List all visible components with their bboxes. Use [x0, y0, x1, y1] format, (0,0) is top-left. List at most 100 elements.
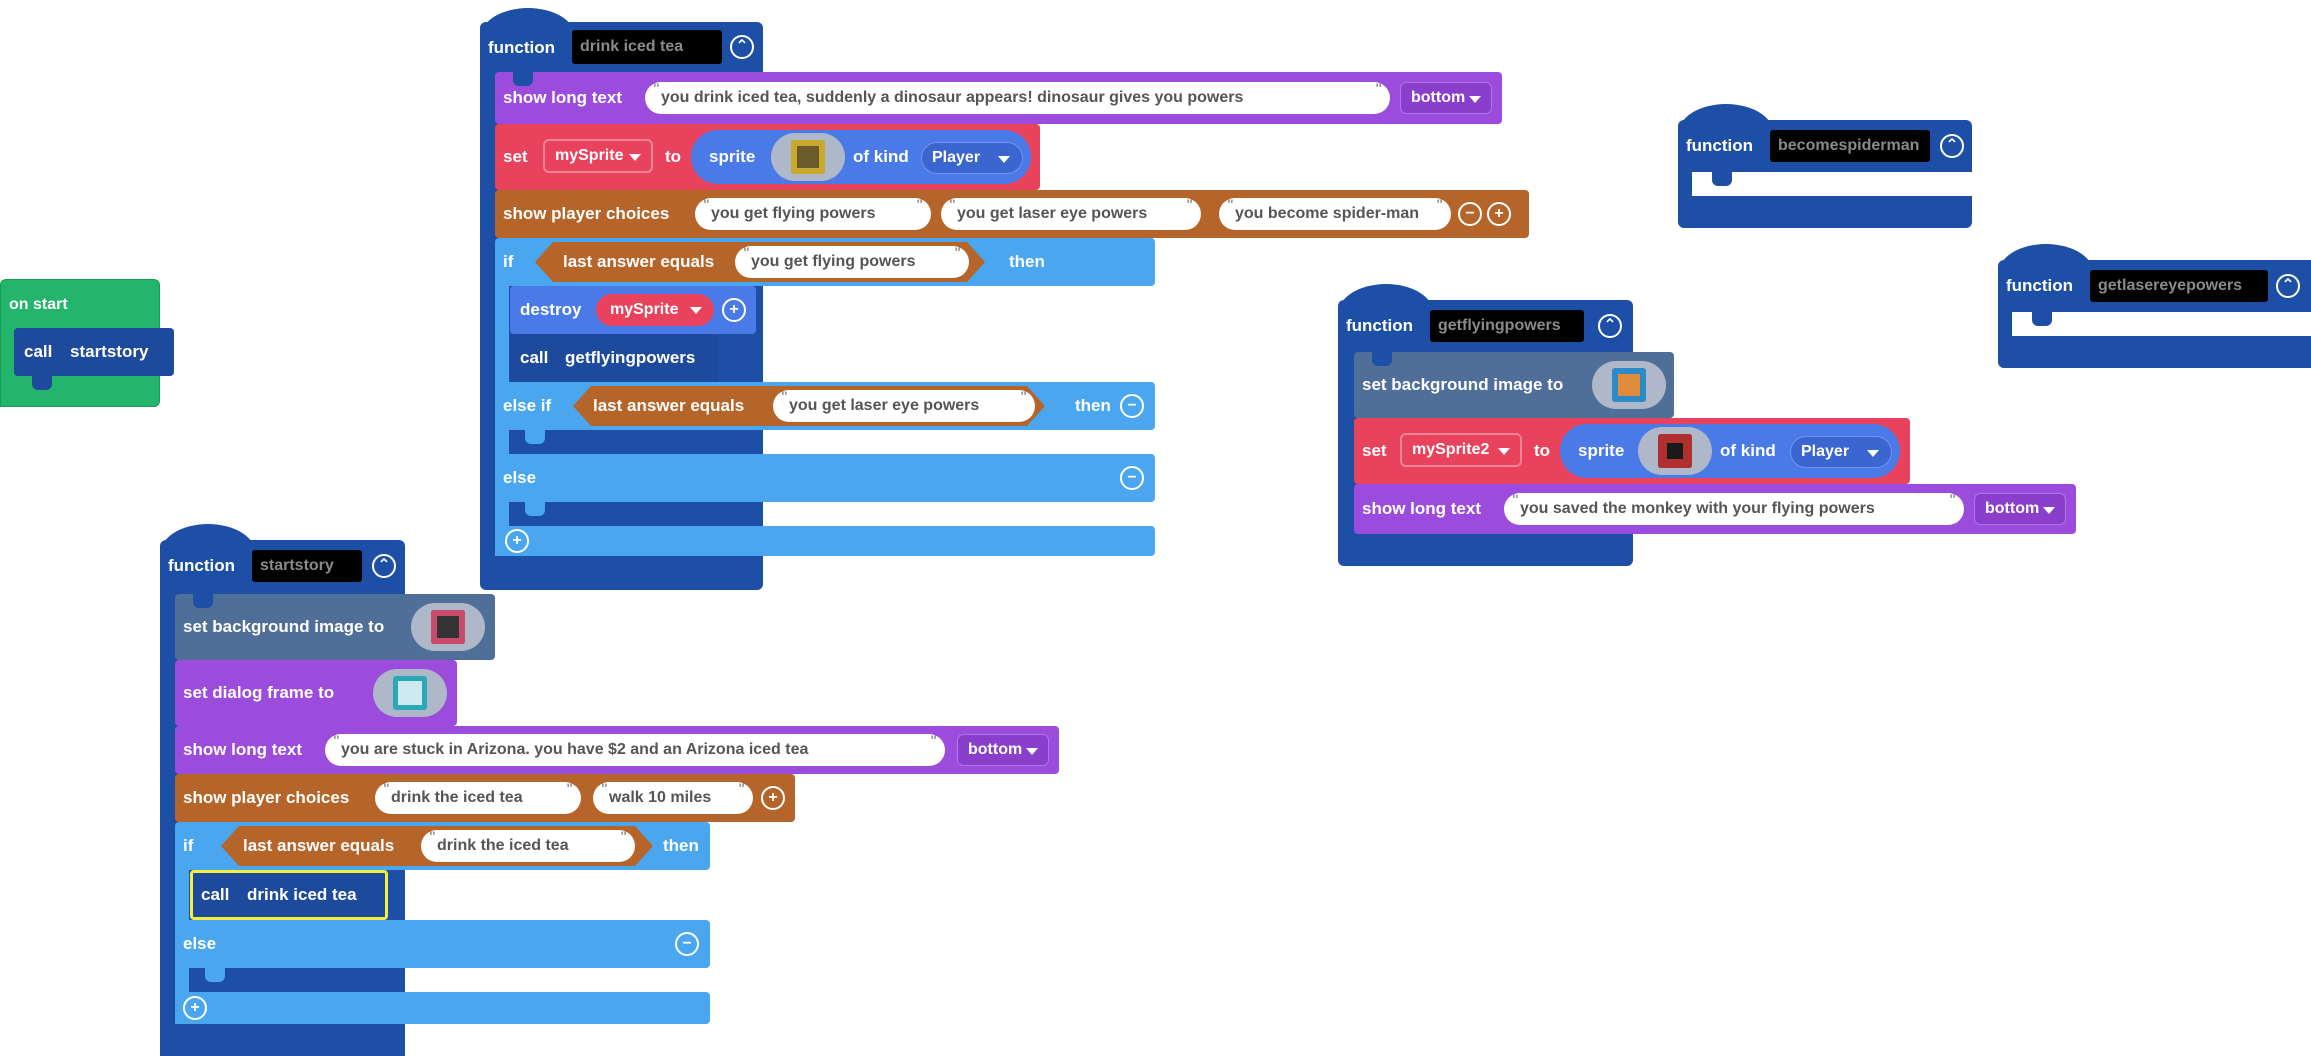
call-target: getflyingpowers: [565, 348, 696, 367]
collapse-icon[interactable]: ⌃: [730, 35, 754, 59]
if-footer: +: [175, 992, 710, 1024]
if-block[interactable]: if last answer equals " drink the iced te…: [175, 822, 710, 870]
call-label: call: [520, 348, 549, 367]
sprite-image-picker[interactable]: [771, 133, 845, 181]
notch: [32, 376, 52, 390]
show-long-text-block[interactable]: show long text " you are stuck in Arizona…: [175, 726, 1059, 774]
function-getlasereyepowers[interactable]: function getlasereyepowers ⌃: [1998, 260, 2311, 368]
set-dialog-frame-block[interactable]: set dialog frame to: [175, 660, 457, 726]
dropdown-caret-icon: [2043, 507, 2055, 514]
sprite-image-picker[interactable]: [1638, 427, 1712, 475]
position-dropdown[interactable]: bottom: [1400, 82, 1492, 114]
background-image-picker[interactable]: [1592, 361, 1666, 409]
answer-input[interactable]: " you get laser eye powers ": [773, 390, 1035, 422]
remove-else-icon[interactable]: −: [1120, 466, 1144, 490]
function-name-field[interactable]: getflyingpowers: [1430, 310, 1584, 342]
else-label: else: [183, 934, 217, 953]
collapse-icon[interactable]: ⌃: [2276, 274, 2300, 298]
destroy-variable-dropdown[interactable]: mySprite: [596, 294, 714, 326]
set-sprite-block[interactable]: set mySprite to sprite of kind Player: [495, 124, 1040, 190]
if-label: if: [183, 836, 194, 855]
long-text-input[interactable]: " you are stuck in Arizona. you have $2 a…: [325, 732, 945, 766]
position-dropdown[interactable]: bottom: [1974, 493, 2066, 525]
empty-slot: [495, 502, 509, 526]
show-long-text-label: show long text: [183, 740, 302, 759]
if-footer: +: [495, 526, 1155, 556]
remove-else-icon[interactable]: −: [675, 932, 699, 956]
to-label: to: [665, 147, 682, 166]
dialog-frame-picker[interactable]: [373, 669, 447, 717]
add-else-if-icon[interactable]: +: [183, 996, 207, 1020]
remove-else-if-icon[interactable]: −: [1120, 394, 1144, 418]
last-answer-equals-block[interactable]: last answer equals " you get flying power…: [535, 242, 985, 282]
long-text-input[interactable]: " you saved the monkey with your flying p…: [1504, 491, 1964, 525]
show-player-choices-block[interactable]: show player choices " drink the iced tea "…: [175, 774, 795, 822]
else-block[interactable]: else −: [495, 454, 1155, 502]
if-block[interactable]: if last answer equals " you get flying po…: [495, 238, 1155, 286]
set-background-label: set background image to: [1362, 375, 1564, 394]
remove-choice-icon[interactable]: −: [1458, 202, 1482, 226]
function-keyword: function: [168, 556, 236, 575]
choice-input-2[interactable]: " you get laser eye powers ": [941, 196, 1201, 230]
add-else-if-icon[interactable]: +: [505, 529, 529, 553]
answer-input[interactable]: " drink the iced tea ": [421, 830, 635, 862]
then-label: then: [1009, 252, 1045, 271]
call-getflyingpowers-block[interactable]: call getflyingpowers: [510, 334, 718, 382]
kind-dropdown[interactable]: Player: [921, 142, 1023, 174]
function-name-field[interactable]: startstory: [252, 550, 362, 582]
call-startstory-block[interactable]: call startstory: [14, 328, 174, 390]
variable-dropdown[interactable]: mySprite2: [1400, 433, 1522, 467]
notch: [525, 502, 545, 516]
show-player-choices-block[interactable]: show player choices " you get flying powe…: [495, 190, 1529, 238]
dropdown-caret-icon: [690, 307, 702, 314]
set-background-label: set background image to: [183, 617, 385, 636]
choice-input-2[interactable]: " walk 10 miles ": [593, 780, 753, 814]
function-name-field[interactable]: becomespiderman: [1770, 130, 1930, 162]
function-becomespiderman[interactable]: function becomespiderman ⌃: [1678, 120, 1972, 228]
choice-input-1[interactable]: " drink the iced tea ": [375, 780, 581, 814]
empty-body-slot: [1692, 172, 1972, 196]
long-text-input[interactable]: " you drink iced tea, suddenly a dinosaur…: [645, 80, 1390, 114]
collapse-icon[interactable]: ⌃: [1940, 134, 1964, 158]
sprite-label: sprite: [709, 147, 756, 166]
else-label: else: [503, 468, 537, 487]
choice-input-1[interactable]: " you get flying powers ": [695, 196, 931, 230]
dropdown-caret-icon: [1867, 450, 1879, 457]
set-sprite-block[interactable]: set mySprite2 to sprite of kind Player: [1354, 418, 1910, 484]
background-image-picker[interactable]: [411, 603, 485, 651]
choice-input-3[interactable]: " you become spider-man ": [1219, 196, 1451, 230]
else-block[interactable]: else −: [175, 920, 710, 968]
show-long-text-block[interactable]: show long text " you saved the monkey wit…: [1354, 484, 2076, 534]
collapse-icon[interactable]: ⌃: [1598, 314, 1622, 338]
call-target: startstory: [70, 342, 149, 361]
sprite-of-kind-block[interactable]: sprite of kind Player: [691, 130, 1031, 184]
dinosaur-sprite-icon: [791, 140, 825, 174]
last-answer-label: last answer equals: [593, 396, 745, 415]
call-drink-iced-tea-block[interactable]: call drink iced tea: [190, 870, 388, 920]
expand-destroy-icon[interactable]: +: [722, 298, 746, 322]
last-answer-label: last answer equals: [563, 252, 715, 271]
add-choice-icon[interactable]: +: [761, 786, 785, 810]
function-name-field[interactable]: getlasereyepowers: [2090, 270, 2268, 302]
destroy-block[interactable]: destroy mySprite +: [510, 286, 756, 334]
then-label: then: [663, 836, 699, 855]
add-choice-icon[interactable]: +: [1487, 202, 1511, 226]
variable-dropdown[interactable]: mySprite: [543, 139, 653, 173]
of-kind-label: of kind: [853, 147, 909, 166]
function-name-field[interactable]: drink iced tea: [572, 30, 722, 64]
dropdown-caret-icon: [629, 154, 641, 161]
answer-input[interactable]: " you get flying powers ": [735, 246, 969, 278]
collapse-icon[interactable]: ⌃: [372, 554, 396, 578]
show-long-text-block[interactable]: show long text " you drink iced tea, sudd…: [495, 72, 1502, 124]
else-if-label: else if: [503, 396, 552, 415]
position-dropdown[interactable]: bottom: [957, 734, 1049, 766]
last-answer-equals-block-2[interactable]: last answer equals " you get laser eye po…: [573, 386, 1045, 426]
kind-dropdown[interactable]: Player: [1790, 436, 1892, 468]
else-if-block[interactable]: else if last answer equals " you get lase…: [495, 382, 1155, 430]
call-label: call: [201, 885, 230, 904]
last-answer-equals-block[interactable]: last answer equals " drink the iced tea ": [221, 826, 653, 866]
set-background-block[interactable]: set background image to: [175, 594, 495, 660]
set-background-block[interactable]: set background image to: [1354, 352, 1674, 418]
show-player-choices-label: show player choices: [503, 204, 670, 223]
sprite-of-kind-block[interactable]: sprite of kind Player: [1560, 424, 1900, 478]
